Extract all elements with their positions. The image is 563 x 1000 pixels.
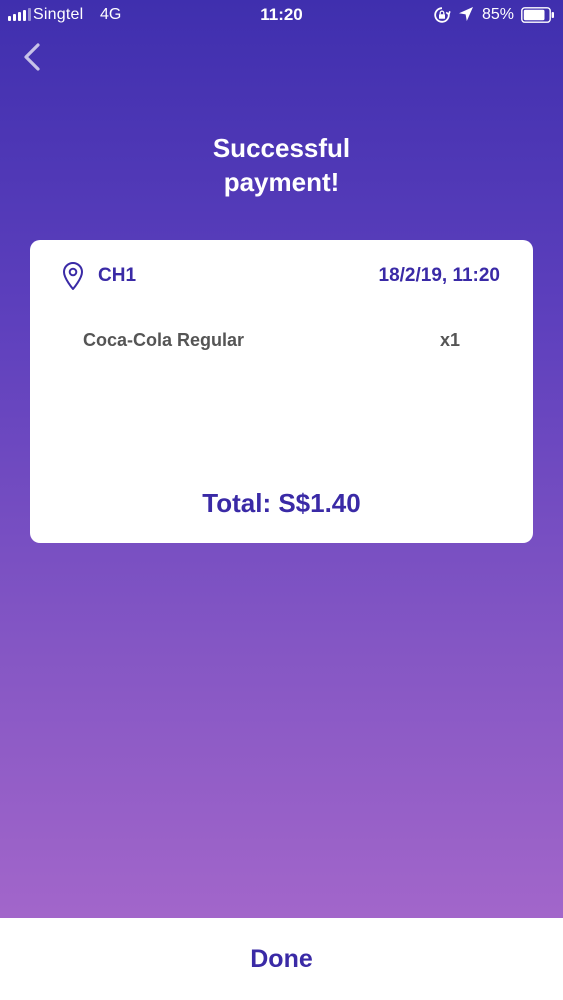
item-quantity: x1 [439, 330, 460, 350]
receipt-card: CH1 18/2/19, 11:20 Coca-Cola Regular x1 … [30, 240, 533, 543]
item-name: Coca-Cola Regular [83, 330, 245, 350]
total-amount: Total: S$1.40 [202, 488, 361, 518]
lock-rotation-icon [434, 7, 451, 23]
title-line-2: payment! [223, 167, 340, 197]
done-button[interactable]: Done [0, 918, 563, 1000]
list-item: Coca-Cola Regular x1 [83, 330, 460, 354]
title-line-1: Successful [212, 133, 351, 163]
payment-success-screen: Singtel 4G 11:20 85% Successful payment! [0, 0, 563, 1000]
map-pin-icon [63, 262, 83, 290]
footer-bar: Done [0, 918, 563, 1000]
status-bar: Singtel 4G 11:20 85% [0, 0, 563, 30]
battery-percent: 85% [482, 6, 515, 23]
battery-icon [521, 7, 554, 23]
chevron-left-icon [24, 43, 40, 71]
back-button[interactable] [14, 40, 54, 76]
status-time: 11:20 [260, 5, 303, 24]
transaction-datetime: 18/2/19, 11:20 [378, 265, 501, 286]
location-name: CH1 [98, 265, 137, 286]
page-title: Successful payment! [0, 131, 563, 199]
location-arrow-icon [459, 7, 473, 21]
